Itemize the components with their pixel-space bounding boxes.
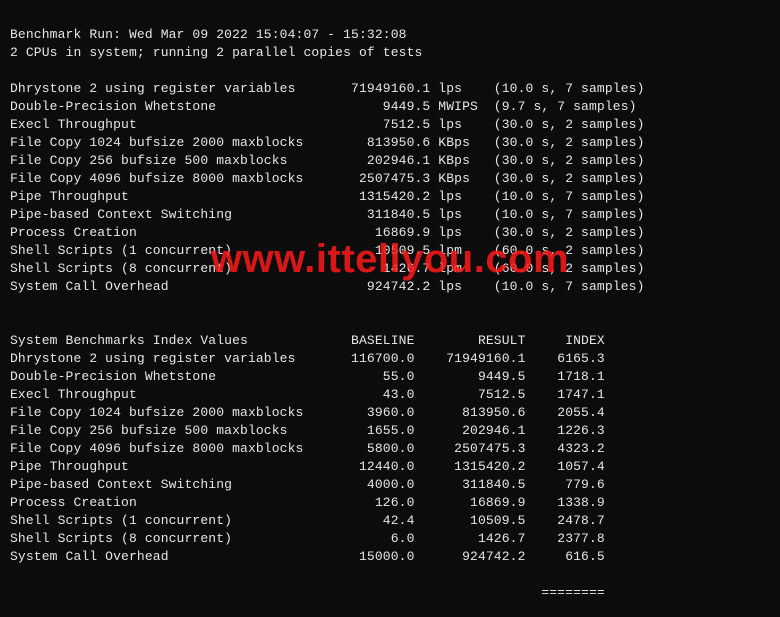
index-table: System Benchmarks Index Values BASELINE … bbox=[10, 332, 770, 566]
benchmark-run-line: Benchmark Run: Wed Mar 09 2022 15:04:07 … bbox=[10, 27, 407, 42]
cpu-info-line: 2 CPUs in system; running 2 parallel cop… bbox=[10, 45, 422, 60]
terminal-output: Benchmark Run: Wed Mar 09 2022 15:04:07 … bbox=[0, 0, 780, 617]
benchmark-results-table: Dhrystone 2 using register variables 719… bbox=[10, 80, 770, 296]
score-separator-line: ======== bbox=[10, 584, 770, 602]
